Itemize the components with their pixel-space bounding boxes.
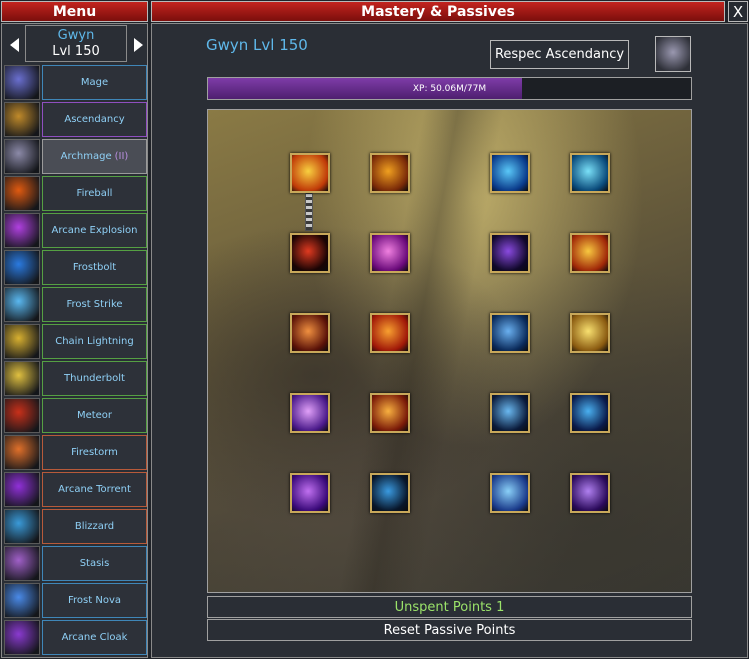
mastery-header: Mastery & Passives (151, 1, 725, 22)
sidebar-item-chain-lightning[interactable]: Chain Lightning (4, 324, 147, 359)
dark-fire-icon[interactable] (290, 233, 330, 273)
arcane-glyph-icon[interactable] (370, 233, 410, 273)
sidebar-item-label: Frost Nova (42, 583, 147, 618)
arcane-torrent-icon (4, 472, 40, 507)
arcane-sentinel-icon[interactable] (370, 473, 410, 513)
sidebar-item-arcane-torrent[interactable]: Arcane Torrent (4, 472, 147, 507)
meteor-icon (4, 398, 40, 433)
sidebar-item-frost-nova[interactable]: Frost Nova (4, 583, 147, 618)
ice-comet-icon[interactable] (570, 153, 610, 193)
fire-bird-icon[interactable] (370, 153, 410, 193)
sidebar-item-label: Mage (42, 65, 147, 100)
frost-claw-icon[interactable] (490, 313, 530, 353)
ice-shards-icon[interactable] (490, 473, 530, 513)
sidebar-item-firestorm[interactable]: Firestorm (4, 435, 147, 470)
sidebar-item-meteor[interactable]: Meteor (4, 398, 147, 433)
passive-tree (207, 109, 692, 593)
prev-character-button[interactable] (4, 27, 24, 63)
sidebar-item-ascendancy[interactable]: Ascendancy (4, 102, 147, 137)
crown-icon (4, 102, 40, 137)
arrow-left-icon (9, 38, 19, 52)
rune-triangle-icon[interactable] (490, 393, 530, 433)
firestorm-icon (4, 435, 40, 470)
thunderbolt-icon (4, 361, 40, 396)
frostbolt-icon (4, 250, 40, 285)
solar-burst-icon[interactable] (570, 233, 610, 273)
sidebar-item-fireball[interactable]: Fireball (4, 176, 147, 211)
sidebar-item-label: Meteor (42, 398, 147, 433)
sidebar-item-label: Fireball (42, 176, 147, 211)
tree-background-art (208, 110, 691, 592)
frost-strike-icon (4, 287, 40, 322)
arcane-strike-icon[interactable] (290, 393, 330, 433)
next-character-button[interactable] (128, 27, 148, 63)
sidebar-item-blizzard[interactable]: Blizzard (4, 509, 147, 544)
reset-passive-button[interactable]: Reset Passive Points (207, 619, 692, 641)
menu-title: Menu (52, 3, 97, 20)
stasis-icon (4, 546, 40, 581)
arcane-orb-icon[interactable] (290, 473, 330, 513)
fireball-icon (4, 176, 40, 211)
class-sidebar: Gwyn Lvl 150 Mage Ascendancy Archmage (II) F… (1, 23, 148, 658)
unspent-points: Unspent Points 1 (207, 596, 692, 618)
character-level: Lvl 150 (52, 44, 100, 59)
sidebar-item-stasis[interactable]: Stasis (4, 546, 147, 581)
sidebar-item-label: Frostbolt (42, 250, 147, 285)
sidebar-item-label: Firestorm (42, 435, 147, 470)
sidebar-item-label: Chain Lightning (42, 324, 147, 359)
ice-wave-icon[interactable] (570, 393, 610, 433)
sidebar-item-label: Arcane Explosion (42, 213, 147, 248)
sidebar-item-arcane-cloak[interactable]: Arcane Cloak (4, 620, 147, 655)
chain-lightning-icon (4, 324, 40, 359)
mage-icon (4, 65, 40, 100)
mastery-panel: Gwyn Lvl 150 Respec Ascendancy XP: 50.06… (151, 23, 748, 658)
sidebar-item-label: Ascendancy (42, 102, 147, 137)
bell-icon[interactable] (655, 36, 691, 72)
sidebar-item-label: Thunderbolt (42, 361, 147, 396)
sidebar-item-label: Archmage (II) (42, 139, 147, 174)
mastery-title: Mastery & Passives (361, 3, 515, 20)
arcane-cloak-icon (4, 620, 40, 655)
blizzard-icon (4, 509, 40, 544)
ember-claw-icon[interactable] (290, 313, 330, 353)
node-link (305, 187, 313, 231)
sidebar-item-label: Arcane Cloak (42, 620, 147, 655)
player-title: Gwyn Lvl 150 (206, 36, 308, 54)
arrow-right-icon (133, 38, 143, 52)
tier-badge: (II) (114, 151, 129, 162)
shadow-dragon-icon[interactable] (490, 233, 530, 273)
sidebar-item-label: Stasis (42, 546, 147, 581)
character-name: Gwyn (57, 28, 95, 43)
close-button[interactable]: X (728, 1, 748, 22)
bell-icon (4, 139, 40, 174)
sidebar-item-frostbolt[interactable]: Frostbolt (4, 250, 147, 285)
xp-text: XP: 50.06M/77M (412, 83, 487, 94)
frost-nova-icon (4, 583, 40, 618)
sidebar-item-mage[interactable]: Mage (4, 65, 147, 100)
close-icon: X (732, 2, 744, 21)
sidebar-item-frost-strike[interactable]: Frost Strike (4, 287, 147, 322)
character-box: Gwyn Lvl 150 (25, 25, 127, 62)
sidebar-item-thunderbolt[interactable]: Thunderbolt (4, 361, 147, 396)
sidebar-item-label: Arcane Torrent (42, 472, 147, 507)
inferno-icon[interactable] (370, 313, 410, 353)
vortex-icon[interactable] (490, 153, 530, 193)
sidebar-item-arcane-explosion[interactable]: Arcane Explosion (4, 213, 147, 248)
sidebar-item-archmage[interactable]: Archmage (II) (4, 139, 147, 174)
thunder-horn-icon[interactable] (570, 313, 610, 353)
menu-header: Menu (1, 1, 148, 22)
sidebar-item-label: Blizzard (42, 509, 147, 544)
void-raven-icon[interactable] (570, 473, 610, 513)
xp-bar: XP: 50.06M/77M (207, 77, 692, 100)
fire-swirl-icon[interactable] (290, 153, 330, 193)
phoenix-icon[interactable] (370, 393, 410, 433)
sidebar-item-label: Frost Strike (42, 287, 147, 322)
arcane-explosion-icon (4, 213, 40, 248)
respec-ascendancy-button[interactable]: Respec Ascendancy (490, 40, 629, 69)
